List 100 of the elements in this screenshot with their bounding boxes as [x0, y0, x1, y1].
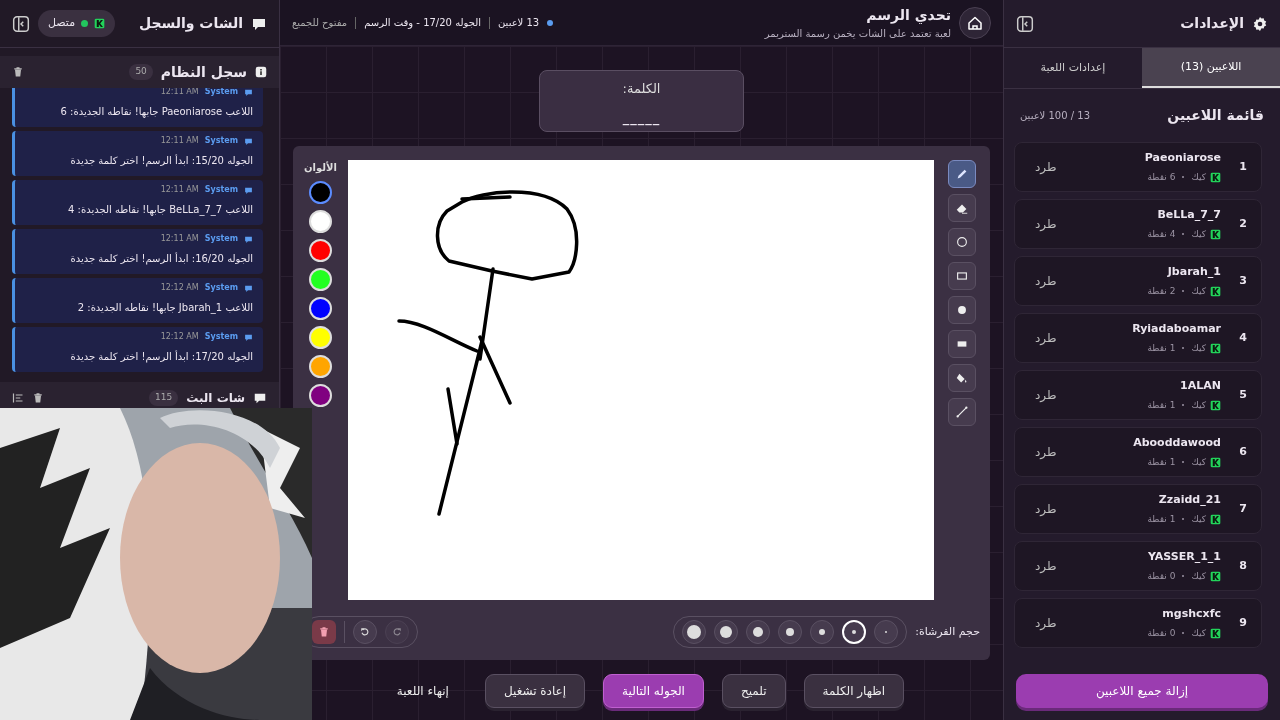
- message-time: 12:11 AM: [160, 184, 199, 196]
- status-dot: [547, 19, 554, 26]
- message-time: 12:11 AM: [160, 135, 199, 147]
- platform-icon: [1210, 342, 1221, 354]
- message-sender: System: [204, 282, 238, 294]
- list-icon[interactable]: [12, 392, 24, 404]
- platform-icon: [1210, 171, 1221, 183]
- message-time: 12:11 AM: [160, 88, 199, 98]
- platform-icon: [1210, 456, 1221, 468]
- clear-canvas-button[interactable]: [312, 620, 336, 644]
- platform-label: كيك: [1191, 512, 1206, 526]
- tool-button[interactable]: [948, 194, 976, 222]
- player-points: 2 نقطة: [1147, 284, 1176, 298]
- undo-icon: [359, 626, 371, 638]
- section-title: سجل النظام: [160, 62, 247, 82]
- player-points: 1 نقطة: [1147, 341, 1176, 355]
- kick-button[interactable]: طرد: [1029, 328, 1063, 348]
- access-status: مفتوح للجميع: [292, 16, 348, 30]
- message-text: الجوله 16/20: ابدأ الرسم! اختر كلمة جديدة: [69, 251, 253, 266]
- collapse-panel-icon[interactable]: [1016, 14, 1034, 33]
- round-status: الجوله 17/20 - وقت الرسم: [364, 16, 481, 30]
- game-title: تحدي الرسم: [865, 5, 951, 26]
- kick-button[interactable]: طرد: [1029, 385, 1063, 405]
- player-rank: 2: [1238, 215, 1247, 232]
- circle-icon: [955, 235, 969, 249]
- chat-icon: [244, 88, 253, 97]
- trash-icon[interactable]: [32, 392, 44, 404]
- tab[interactable]: إعدادات اللعبة: [1004, 48, 1142, 88]
- platform-label: كيك: [1191, 227, 1206, 241]
- action-button[interactable]: إنهاء اللعبة: [378, 674, 467, 708]
- chat-icon: [244, 332, 253, 342]
- undo-button[interactable]: [353, 620, 377, 644]
- word-blank-field: _____: [622, 107, 661, 127]
- kick-button[interactable]: طرد: [1029, 613, 1063, 633]
- message-sender: System: [204, 184, 238, 196]
- player-name: Paeoniarose: [1144, 150, 1221, 166]
- collapse-panel-icon[interactable]: [12, 14, 30, 33]
- action-button[interactable]: اظهار الكلمة: [803, 674, 905, 708]
- message-time: 12:12 AM: [160, 282, 199, 294]
- chat-icon: [244, 283, 253, 293]
- player-points: 1 نقطة: [1147, 398, 1176, 412]
- brush-size-label: حجم الفرشاة:: [915, 623, 980, 640]
- rectangle-icon: [955, 269, 969, 283]
- player-points: 1 نقطة: [1147, 512, 1176, 526]
- tool-button[interactable]: [948, 160, 976, 188]
- action-button[interactable]: الجوله التالية: [603, 674, 704, 708]
- brush-size-button[interactable]: [714, 620, 739, 644]
- chat-icon: [244, 136, 253, 146]
- player-points: 1 نقطة: [1147, 455, 1176, 469]
- home-icon: [967, 14, 983, 31]
- tool-button[interactable]: [948, 228, 976, 256]
- player-rank: 8: [1238, 557, 1247, 574]
- kick-button[interactable]: طرد: [1029, 214, 1063, 234]
- player-count: 13 / 100 لاعبين: [1020, 109, 1091, 123]
- brush-size-button[interactable]: [682, 620, 707, 644]
- player-name: mgshcxfc: [1161, 606, 1221, 622]
- action-button[interactable]: تلميح: [721, 674, 786, 708]
- trash-icon[interactable]: [12, 66, 24, 78]
- message-sender: System: [204, 233, 238, 245]
- message-text: الجوله 15/20: ابدأ الرسم! اختر كلمة جديدة: [69, 153, 253, 168]
- message-text: اللاعب Paeoniarose جابها! نقاطه الجديدة: 6: [59, 105, 253, 119]
- message-time: 12:11 AM: [160, 233, 199, 245]
- kick-button[interactable]: طرد: [1029, 556, 1063, 576]
- trash-icon: [318, 626, 330, 638]
- pen-icon: [955, 167, 969, 181]
- kick-button[interactable]: طرد: [1029, 157, 1063, 177]
- brush-size-button[interactable]: [810, 620, 835, 644]
- message-time: 12:12 AM: [160, 331, 199, 343]
- tool-button[interactable]: [948, 364, 976, 392]
- home-button[interactable]: [959, 6, 991, 39]
- player-rank: 4: [1238, 329, 1247, 346]
- player-points: 4 نقطة: [1147, 227, 1176, 241]
- count-badge: 50: [129, 64, 153, 80]
- colors-title: الألوان: [304, 160, 337, 175]
- tab[interactable]: اللاعبين (13): [1142, 48, 1280, 88]
- player-name: 1ALAN: [1179, 378, 1221, 394]
- player-name: Ryiadaboamar: [1132, 321, 1221, 337]
- action-button[interactable]: إعادة تشغيل: [484, 674, 586, 708]
- player-name: BeLLa_7_7: [1156, 207, 1221, 223]
- kick-button[interactable]: طرد: [1029, 499, 1063, 519]
- tool-button[interactable]: [948, 330, 976, 358]
- brush-size-button[interactable]: [746, 620, 771, 644]
- message-text: الجوله 17/20: ابدأ الرسم! اختر كلمة جديدة: [69, 349, 253, 364]
- player-rank: 1: [1238, 158, 1247, 175]
- list-title: قائمة اللاعبين: [1167, 106, 1264, 126]
- filled-circle-icon: [955, 303, 969, 317]
- kick-button[interactable]: طرد: [1029, 271, 1063, 291]
- color-swatch[interactable]: [309, 181, 332, 204]
- platform-label: كيك: [1191, 341, 1206, 355]
- player-points: 0 نقطة: [1147, 626, 1176, 640]
- tool-button[interactable]: [948, 296, 976, 324]
- kick-button[interactable]: طرد: [1029, 442, 1063, 462]
- brush-size-button[interactable]: [778, 620, 803, 644]
- chat-icon: [244, 185, 253, 195]
- player-rank: 9: [1238, 614, 1247, 631]
- platform-label: كيك: [1191, 455, 1206, 469]
- remove-all-button[interactable]: إزالة جميع اللاعبين: [1016, 674, 1268, 708]
- tool-button[interactable]: [948, 262, 976, 290]
- chat-icon: [253, 391, 267, 405]
- message-sender: System: [204, 331, 238, 343]
